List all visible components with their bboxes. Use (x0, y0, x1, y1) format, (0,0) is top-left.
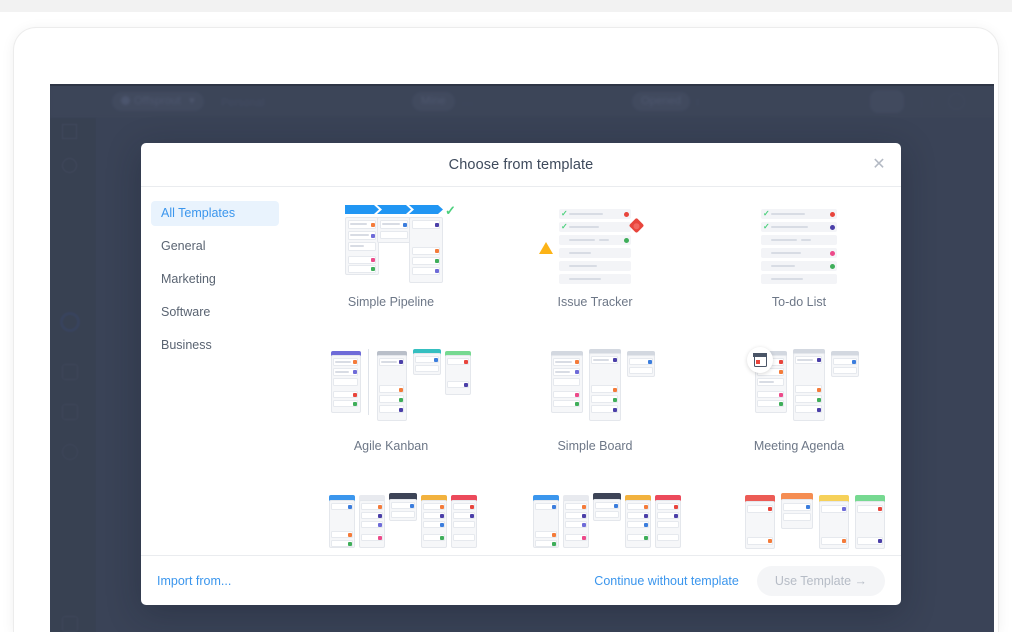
template-thumbnail (731, 345, 867, 431)
template-grid-scroll[interactable]: ✓ Simple Pipeline ✓ ✓ Issue Tracker ✓ ✓ … (289, 187, 901, 555)
template-card-simple-board[interactable]: Simple Board (493, 339, 697, 483)
modal-title: Choose from template (448, 156, 594, 173)
template-thumbnail: ✓ (323, 201, 459, 287)
import-from-link[interactable]: Import from... (157, 574, 231, 588)
close-icon[interactable]: ✕ (867, 153, 891, 177)
template-thumbnail (527, 489, 681, 555)
check-icon: ✓ (445, 203, 456, 218)
template-card-agile-kanban[interactable]: Agile Kanban (289, 339, 493, 483)
footer-actions: Continue without template Use Template → (594, 565, 885, 596)
template-card-issue-tracker[interactable]: ✓ ✓ Issue Tracker (493, 195, 697, 339)
sidebar-item-general[interactable]: General (151, 234, 279, 259)
template-label: To-do List (771, 295, 827, 309)
template-card-meeting-agenda[interactable]: Meeting Agenda (697, 339, 901, 483)
calendar-badge (747, 347, 773, 373)
template-card-row3-1[interactable] (289, 483, 493, 555)
template-card-row3-2[interactable] (493, 483, 697, 555)
template-thumbnail: ✓ ✓ (527, 201, 663, 287)
template-label: Agile Kanban (353, 439, 429, 453)
modal-body: All Templates General Marketing Software… (141, 187, 901, 556)
check-icon: ✓ (561, 222, 568, 231)
sidebar-item-all-templates[interactable]: All Templates (151, 201, 279, 226)
template-thumbnail (527, 345, 663, 431)
template-card-row3-3[interactable] (697, 483, 901, 555)
warning-icon (539, 242, 553, 254)
choose-template-modal: Choose from template ✕ All Templates Gen… (141, 143, 901, 605)
screenshot-root: Offsprout ▾ Personal Mine ⋯ Opened ↕ ⋮⋮ (0, 0, 1012, 632)
device-frame: Offsprout ▾ Personal Mine ⋯ Opened ↕ ⋮⋮ (14, 28, 998, 632)
template-grid: ✓ Simple Pipeline ✓ ✓ Issue Tracker ✓ ✓ … (289, 195, 901, 555)
template-label: Simple Pipeline (347, 295, 435, 309)
check-icon: ✓ (561, 209, 568, 218)
template-label: Simple Board (557, 439, 633, 453)
template-thumbnail (731, 489, 885, 555)
template-label: Meeting Agenda (753, 439, 845, 453)
browser-top-strip (0, 0, 1012, 12)
check-icon: ✓ (763, 209, 770, 218)
template-thumbnail (323, 345, 471, 431)
template-card-simple-pipeline[interactable]: ✓ Simple Pipeline (289, 195, 493, 339)
modal-footer: Import from... Continue without template… (141, 556, 901, 605)
template-label: Issue Tracker (557, 295, 633, 309)
sidebar-item-business[interactable]: Business (151, 333, 279, 358)
sidebar-item-marketing[interactable]: Marketing (151, 267, 279, 292)
check-icon: ✓ (763, 222, 770, 231)
category-sidebar: All Templates General Marketing Software… (141, 187, 289, 555)
use-template-button[interactable]: Use Template → (756, 565, 885, 596)
app-window: Offsprout ▾ Personal Mine ⋯ Opened ↕ ⋮⋮ (50, 84, 994, 632)
continue-without-template-link[interactable]: Continue without template (594, 574, 739, 588)
modal-header: Choose from template ✕ (141, 143, 901, 187)
template-thumbnail (323, 489, 477, 555)
template-card-todo-list[interactable]: ✓ ✓ To-do List (697, 195, 901, 339)
template-thumbnail: ✓ ✓ (731, 201, 867, 287)
calendar-icon (753, 353, 767, 367)
sidebar-item-software[interactable]: Software (151, 300, 279, 325)
bug-icon (628, 217, 645, 234)
